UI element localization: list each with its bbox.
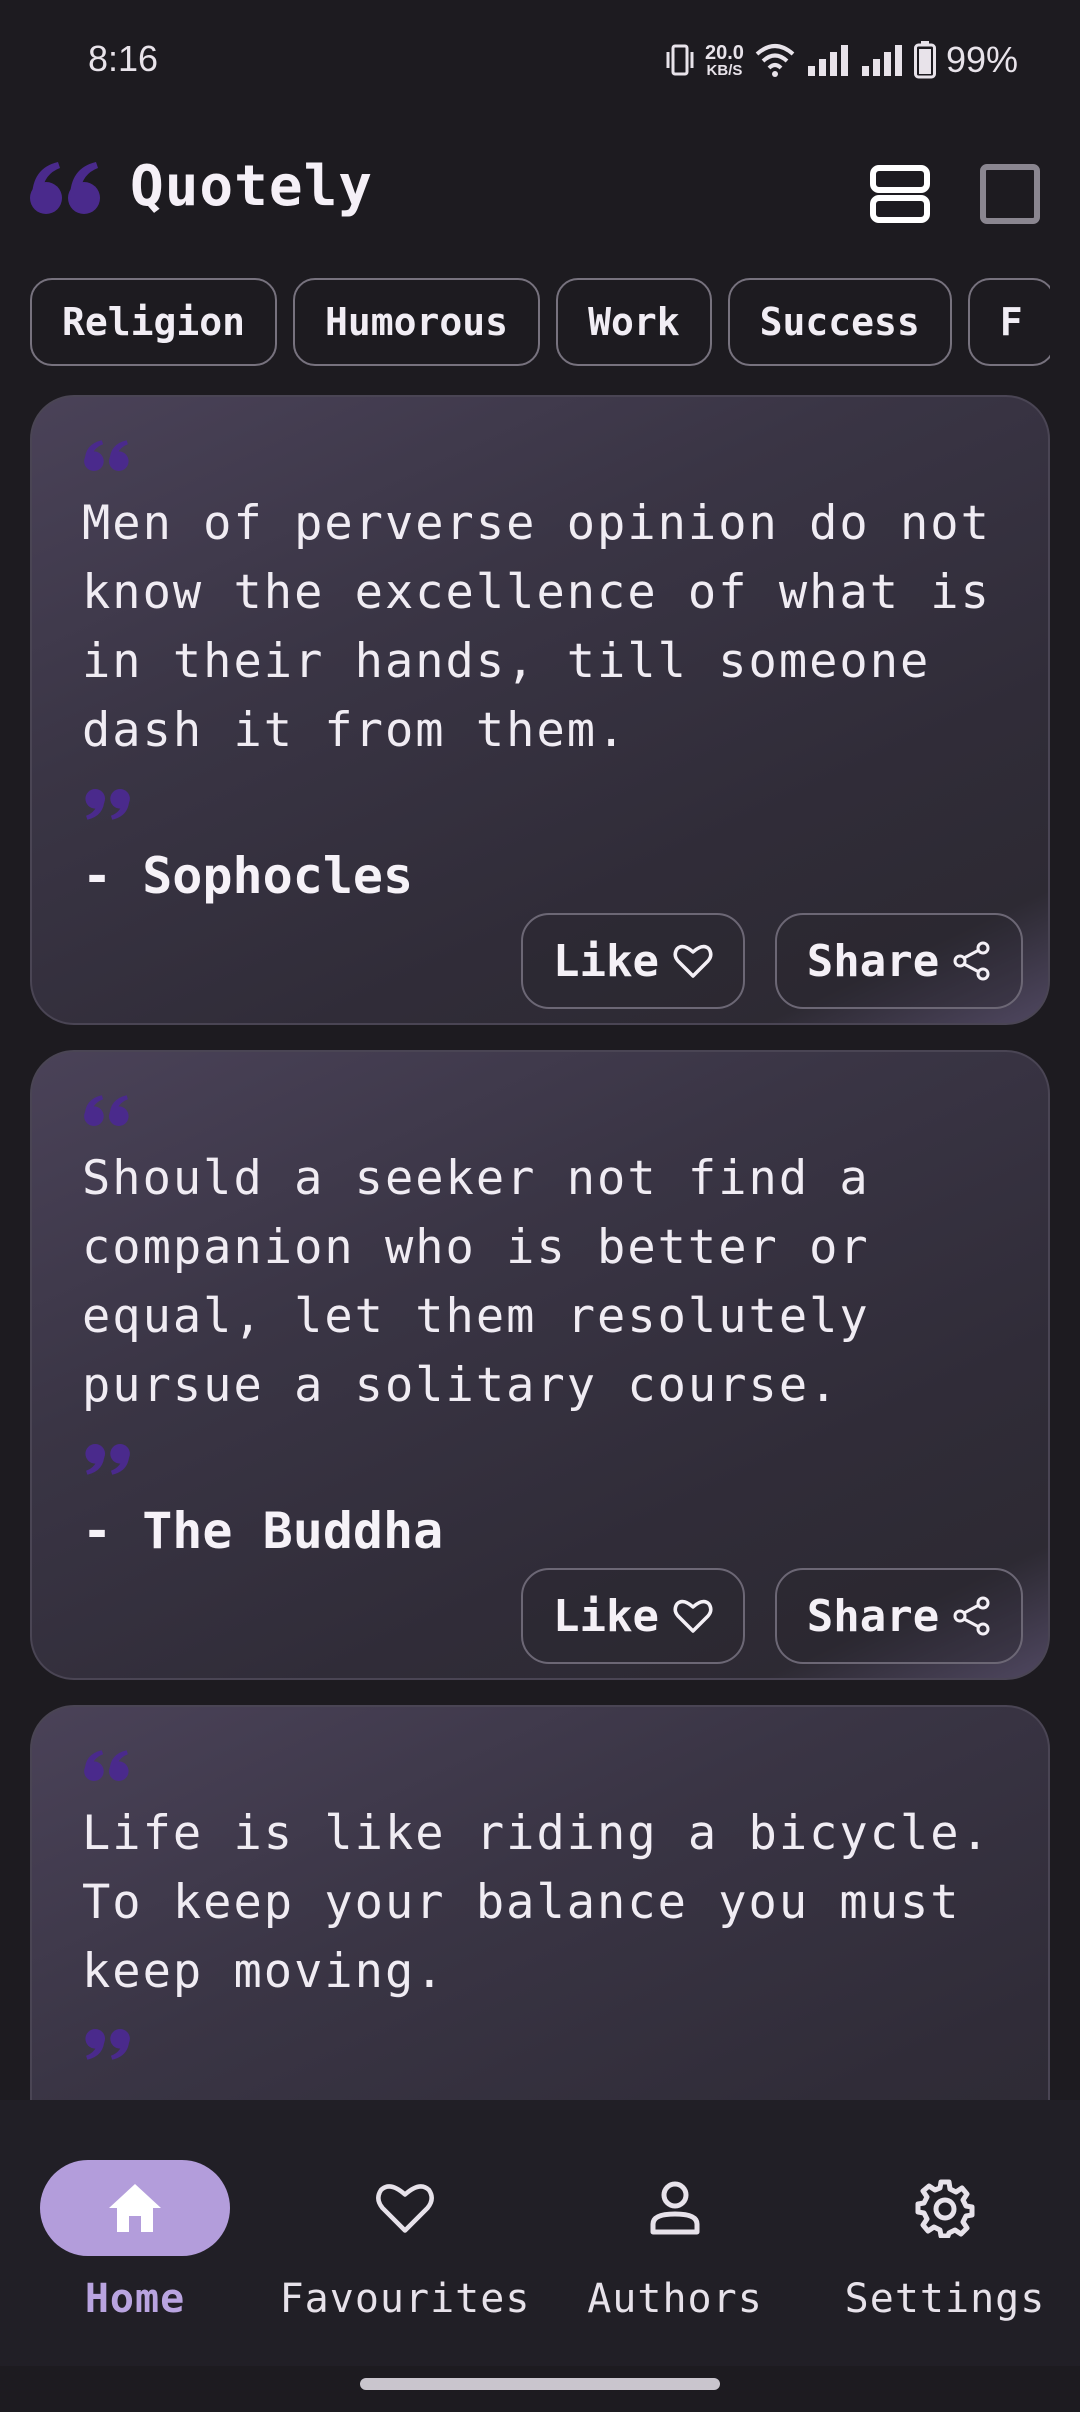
- vibrate-icon: [666, 44, 694, 76]
- nav-favourites[interactable]: Favourites: [270, 2160, 540, 2340]
- share-label: Share: [806, 935, 940, 987]
- person-icon: [650, 2181, 700, 2235]
- nav-home-label: Home: [84, 2276, 186, 2322]
- nav-authors-label: Authors: [587, 2276, 763, 2322]
- signal-icon: [807, 45, 848, 76]
- gesture-handle[interactable]: [360, 2378, 720, 2390]
- quote-text: Men of perverse opinion do not know the …: [82, 496, 991, 758]
- quote-card: Men of perverse opinion do not know the …: [30, 395, 1050, 1025]
- like-button[interactable]: Like: [521, 1568, 745, 1664]
- nav-settings[interactable]: Settings: [810, 2160, 1080, 2340]
- square-view-icon: [980, 164, 1040, 224]
- open-quote-icon: [84, 440, 129, 472]
- quote-author: - Sophocles: [82, 847, 414, 905]
- status-time: 8:16: [88, 38, 159, 79]
- like-label: Like: [553, 1590, 659, 1642]
- close-quote-icon: [85, 2028, 130, 2060]
- share-button[interactable]: Share: [775, 913, 1023, 1009]
- chip-humorous[interactable]: Humorous: [293, 278, 541, 366]
- like-button[interactable]: Like: [521, 913, 745, 1009]
- quote-card: Should a seeker not find a companion who…: [30, 1050, 1050, 1680]
- nav-favourites-label: Favourites: [279, 2276, 531, 2322]
- app-title: Quotely: [130, 154, 374, 219]
- close-quote-icon: [85, 788, 130, 820]
- nav-home[interactable]: Home: [0, 2160, 270, 2340]
- quote-logo-icon: [30, 162, 100, 214]
- gear-icon: [915, 2179, 975, 2238]
- status-icons: 20.0 KB/S 99%: [665, 36, 1018, 84]
- list-view-button[interactable]: [868, 162, 932, 226]
- open-quote-icon: [84, 1095, 129, 1127]
- share-icon: [953, 1596, 990, 1636]
- close-quote-icon: [85, 1443, 130, 1475]
- network-speed: 20.0 KB/S: [705, 41, 744, 79]
- home-icon: [109, 2184, 161, 2232]
- battery-percent: 99%: [945, 39, 1018, 80]
- quote-author: - The Buddha: [82, 1502, 444, 1560]
- wifi-icon: [755, 44, 795, 77]
- list-view-icon: [870, 165, 930, 223]
- chip-success[interactable]: Success: [727, 278, 952, 366]
- battery-icon: [913, 41, 936, 79]
- open-quote-icon: [84, 1750, 129, 1782]
- share-label: Share: [806, 1590, 940, 1642]
- like-label: Like: [553, 935, 659, 987]
- chip-work[interactable]: Work: [556, 278, 712, 366]
- share-button[interactable]: Share: [775, 1568, 1023, 1664]
- share-icon: [953, 941, 990, 981]
- quote-text: Should a seeker not find a companion who…: [82, 1151, 870, 1413]
- chip-partial[interactable]: F: [967, 278, 1050, 366]
- app-header: Quotely: [0, 140, 1080, 250]
- chip-religion[interactable]: Religion: [30, 278, 278, 366]
- heart-icon: [673, 944, 713, 978]
- status-bar: 8:16 20.0 KB/S 99%: [0, 0, 1080, 125]
- single-view-button[interactable]: [978, 162, 1042, 226]
- quote-feed[interactable]: Men of perverse opinion do not know the …: [30, 395, 1050, 2101]
- signal-icon-2: [861, 45, 902, 76]
- heart-icon: [673, 1599, 713, 1633]
- quote-text: Life is like riding a bicycle. To keep y…: [82, 1806, 991, 1999]
- nav-settings-label: Settings: [844, 2276, 1046, 2322]
- nav-authors[interactable]: Authors: [540, 2160, 810, 2340]
- category-chips: Religion Humorous Work Success F: [30, 278, 1050, 368]
- bottom-navigation: Home Favourites Authors Settings: [0, 2100, 1080, 2366]
- nav-home-indicator: [40, 2160, 230, 2256]
- heart-icon: [376, 2184, 434, 2233]
- quote-card: Life is like riding a bicycle. To keep y…: [30, 1705, 1050, 2101]
